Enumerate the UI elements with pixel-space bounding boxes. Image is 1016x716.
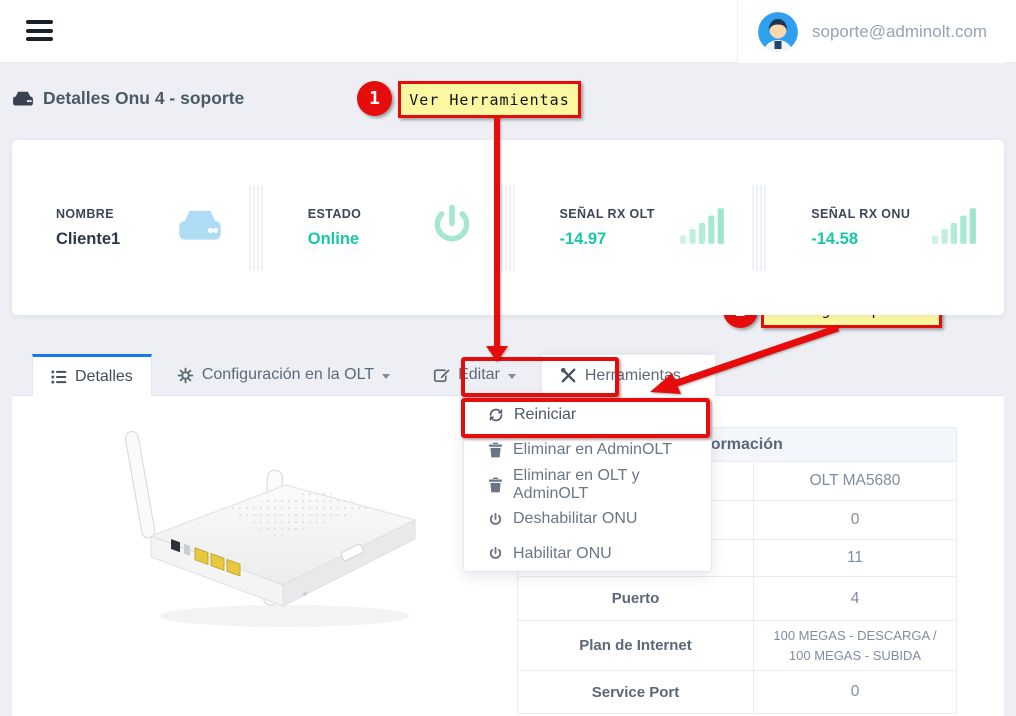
divider [501, 185, 516, 271]
menu-item-label: Deshabilitar ONU [513, 510, 637, 528]
row-value: 4 [754, 577, 957, 621]
top-navbar: soporte@adminolt.com [0, 0, 1016, 63]
annotation-arrow-down [494, 117, 500, 346]
annotation-step-1-label: Ver Herramientas [398, 81, 581, 118]
stat-value: -14.97 [560, 230, 655, 249]
gear-icon [177, 367, 194, 384]
adminolt-onu-details-page: soporte@adminolt.com Detalles Onu 4 - so… [0, 0, 1016, 716]
tab-configuracion-olt[interactable]: Configuración en la OLT [159, 354, 408, 396]
stat-value: Cliente1 [56, 230, 120, 249]
row-value: 0 [754, 501, 957, 540]
row-value: 100 MEGAS - DESCARGA / 100 MEGAS - SUBID… [754, 621, 957, 671]
power-icon [488, 512, 503, 527]
tab-label: Configuración en la OLT [202, 366, 374, 384]
menu-item-deshabilitar-onu[interactable]: Deshabilitar ONU [464, 502, 711, 537]
stat-nombre: NOMBRE Cliente1 [12, 140, 249, 315]
menu-item-label: Habilitar ONU [513, 545, 612, 563]
stat-value: Online [308, 230, 362, 249]
device-icon [12, 89, 34, 108]
divider [249, 185, 264, 271]
trash-icon [488, 442, 503, 458]
signal-bars-icon [680, 204, 726, 251]
annotation-step-1-badge: 1 [357, 81, 392, 116]
edit-icon [433, 367, 450, 384]
list-icon [51, 369, 67, 385]
stat-senal-rx-olt: SEÑAL RX OLT -14.97 [516, 140, 753, 315]
annotation-arrow-down-head [486, 346, 508, 362]
signal-bars-icon [932, 204, 978, 251]
highlight-box-reiniciar [461, 398, 710, 438]
tab-detalles[interactable]: Detalles [32, 354, 152, 396]
menu-item-label: Eliminar en AdminOLT [513, 441, 672, 459]
stat-label: SEÑAL RX ONU [811, 207, 910, 221]
stat-senal-rx-onu: SEÑAL RX ONU -14.58 [767, 140, 1004, 315]
divider [752, 185, 767, 271]
stat-label: NOMBRE [56, 207, 120, 221]
trash-icon [488, 477, 503, 493]
row-value: OLT MA5680 [754, 462, 957, 501]
highlight-box-herramientas [461, 357, 619, 397]
page-title-bar: Detalles Onu 4 - soporte [12, 88, 244, 109]
menu-item-eliminar-olt-adminolt[interactable]: Eliminar en OLT y AdminOLT [464, 467, 711, 502]
stat-label: ESTADO [308, 207, 362, 221]
onu-status-card: NOMBRE Cliente1 ESTADO Online [12, 140, 1004, 315]
user-menu[interactable]: soporte@adminolt.com [737, 0, 1005, 63]
user-email: soporte@adminolt.com [812, 22, 987, 42]
stat-estado: ESTADO Online [264, 140, 501, 315]
row-label: Puerto [518, 577, 754, 621]
stat-label: SEÑAL RX OLT [560, 207, 655, 221]
row-value: 11 [754, 540, 957, 577]
onu-product-image [105, 408, 450, 648]
device-icon [177, 205, 223, 250]
row-label: Plan de Internet [518, 621, 754, 671]
tab-label: Detalles [75, 368, 133, 386]
stat-value: -14.58 [811, 230, 910, 249]
power-icon [429, 202, 475, 253]
row-value: 0 [754, 671, 957, 714]
page-title: Detalles Onu 4 - soporte [43, 88, 244, 109]
power-icon [488, 546, 503, 561]
table-row: Service Port 0 [518, 671, 957, 714]
row-label: Service Port [518, 671, 754, 714]
table-row: Plan de Internet 100 MEGAS - DESCARGA / … [518, 621, 957, 671]
table-row: Puerto 4 [518, 577, 957, 621]
annotation-arrow-diagonal [640, 324, 850, 404]
chevron-down-icon [382, 374, 390, 379]
user-avatar [758, 12, 798, 52]
menu-item-habilitar-onu[interactable]: Habilitar ONU [464, 537, 711, 572]
menu-item-label: Eliminar en OLT y AdminOLT [513, 467, 711, 503]
hamburger-menu-icon[interactable] [26, 20, 54, 42]
